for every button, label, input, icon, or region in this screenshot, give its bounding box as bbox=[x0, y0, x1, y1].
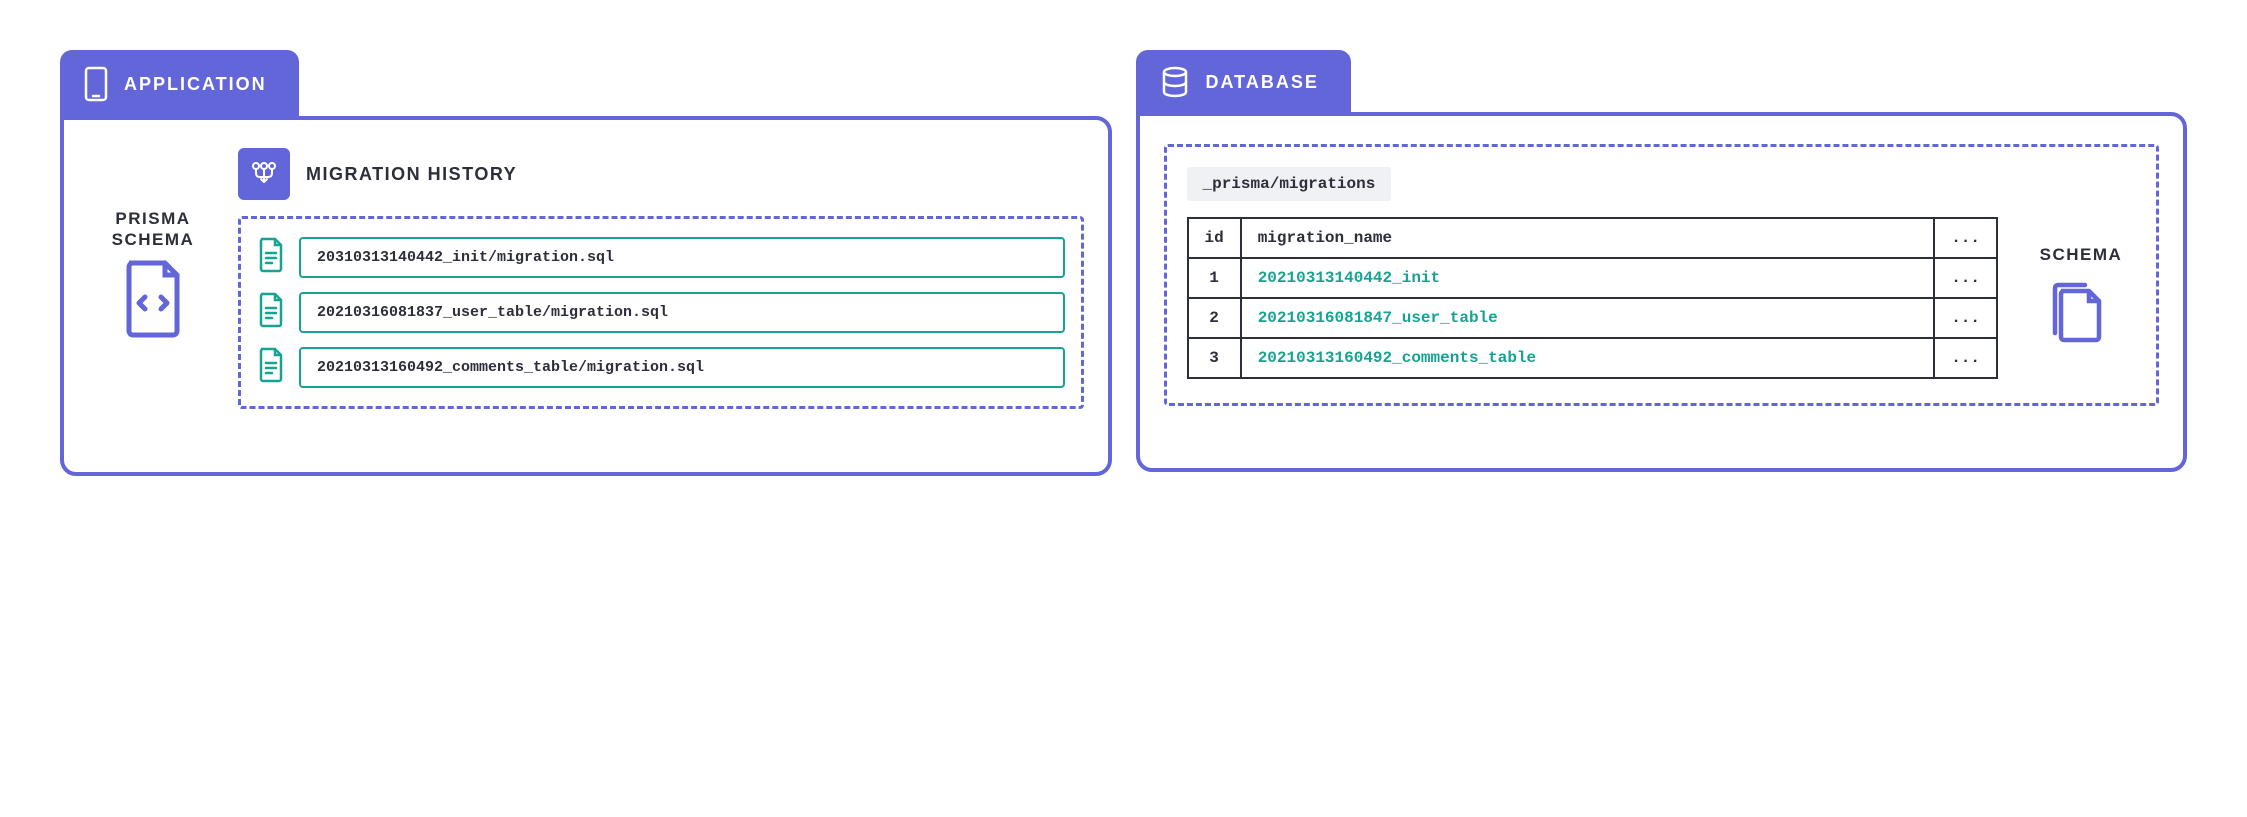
schema-right-block: SCHEMA bbox=[2026, 245, 2136, 352]
file-row: 20210313160492_comments_table/migration.… bbox=[257, 347, 1065, 388]
db-inner-row: id migration_name ... 1 20210313140442_i… bbox=[1187, 217, 2137, 379]
file-path: 20210316081837_user_table/migration.sql bbox=[299, 292, 1065, 333]
code-file-icon bbox=[121, 259, 185, 344]
branch-icon bbox=[238, 148, 290, 200]
row-migration-name: 20210313160492_comments_table bbox=[1241, 338, 1934, 378]
file-path: 20210313160492_comments_table/migration.… bbox=[299, 347, 1065, 388]
document-icon bbox=[257, 237, 285, 278]
migrations-box: _prisma/migrations id migration_name ... bbox=[1164, 144, 2160, 406]
history-files-box: 20310313140442_init/migration.sql bbox=[238, 216, 1084, 409]
col-migration-name-header: migration_name bbox=[1241, 218, 1934, 258]
col-dots-header: ... bbox=[1934, 218, 1997, 258]
table-header-row: id migration_name ... bbox=[1188, 218, 1998, 258]
migrations-path: _prisma/migrations bbox=[1187, 167, 1392, 201]
prisma-schema-label: PRISMA SCHEMA bbox=[112, 208, 195, 251]
database-icon bbox=[1160, 66, 1190, 98]
diagram-container: APPLICATION PRISMA SCHEMA bbox=[60, 50, 2187, 476]
application-tab: APPLICATION bbox=[60, 50, 299, 118]
row-dots: ... bbox=[1934, 258, 1997, 298]
document-icon bbox=[257, 347, 285, 388]
migration-history-block: MIGRATION HISTORY bbox=[238, 148, 1084, 409]
row-migration-name: 20210313140442_init bbox=[1241, 258, 1934, 298]
application-panel: APPLICATION PRISMA SCHEMA bbox=[60, 50, 1112, 476]
application-body: PRISMA SCHEMA bbox=[60, 116, 1112, 476]
prisma-schema-block: PRISMA SCHEMA bbox=[88, 148, 218, 344]
application-tab-label: APPLICATION bbox=[124, 74, 267, 95]
table-row: 1 20210313140442_init ... bbox=[1188, 258, 1998, 298]
database-panel: DATABASE _prisma/migrations id migration… bbox=[1136, 50, 2188, 476]
database-body: _prisma/migrations id migration_name ... bbox=[1136, 112, 2188, 472]
file-row: 20310313140442_init/migration.sql bbox=[257, 237, 1065, 278]
row-migration-name: 20210316081847_user_table bbox=[1241, 298, 1934, 338]
row-dots: ... bbox=[1934, 298, 1997, 338]
file-path: 20310313140442_init/migration.sql bbox=[299, 237, 1065, 278]
row-id: 2 bbox=[1188, 298, 1241, 338]
table-row: 3 20210313160492_comments_table ... bbox=[1188, 338, 1998, 378]
schema-right-label: SCHEMA bbox=[2040, 245, 2123, 265]
phone-icon bbox=[84, 66, 108, 102]
database-tab: DATABASE bbox=[1136, 50, 1351, 114]
table-row: 2 20210316081847_user_table ... bbox=[1188, 298, 1998, 338]
row-dots: ... bbox=[1934, 338, 1997, 378]
migrations-table: id migration_name ... 1 20210313140442_i… bbox=[1187, 217, 1999, 379]
row-id: 3 bbox=[1188, 338, 1241, 378]
schema-stack-icon bbox=[2051, 275, 2111, 352]
history-header: MIGRATION HISTORY bbox=[238, 148, 1084, 200]
col-id-header: id bbox=[1188, 218, 1241, 258]
database-tab-label: DATABASE bbox=[1206, 72, 1319, 93]
file-row: 20210316081837_user_table/migration.sql bbox=[257, 292, 1065, 333]
document-icon bbox=[257, 292, 285, 333]
history-title: MIGRATION HISTORY bbox=[306, 164, 517, 185]
row-id: 1 bbox=[1188, 258, 1241, 298]
